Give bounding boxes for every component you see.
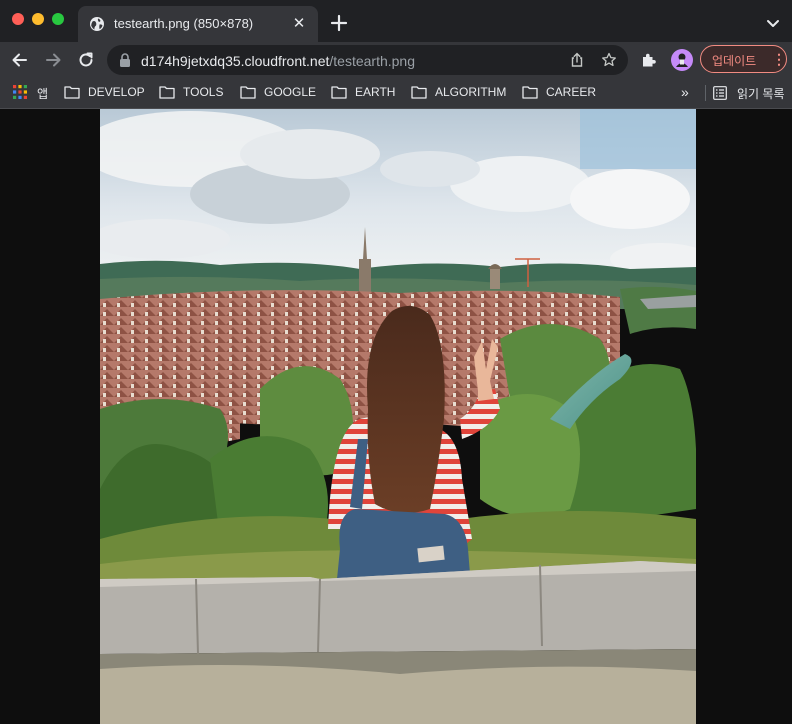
bookmarks-bar: 앱 DEVELOP TOOLS GOOGLE EARTH ALGORITHM C… — [0, 78, 792, 109]
tab-strip: testearth.png (850×878) ✕ — [0, 0, 792, 42]
new-tab-icon[interactable] — [329, 13, 349, 33]
bookmark-folder-google[interactable]: GOOGLE — [240, 78, 318, 108]
lock-icon[interactable] — [119, 53, 131, 67]
bookmark-label: TOOLS — [183, 85, 224, 99]
profile-avatar[interactable] — [671, 49, 693, 71]
bookmark-label: GOOGLE — [264, 85, 317, 99]
forward-arrow-icon[interactable] — [43, 50, 63, 70]
bookmark-folder-develop[interactable]: DEVELOP — [64, 78, 148, 108]
tab-close-icon[interactable]: ✕ — [290, 15, 308, 33]
update-button-label: 업데이트 — [712, 54, 757, 68]
window-minimize-button[interactable] — [32, 13, 44, 25]
url-text[interactable]: d174h9jetxdq35.cloudfront.net/testearth.… — [141, 53, 415, 69]
apps-grid-icon — [13, 85, 27, 99]
address-bar[interactable]: d174h9jetxdq35.cloudfront.net/testearth.… — [107, 45, 628, 75]
bookmark-folder-earth[interactable]: EARTH — [331, 78, 399, 108]
reading-list-label: 읽기 목록 — [737, 87, 785, 101]
folder-icon — [240, 86, 256, 99]
reload-icon[interactable] — [76, 50, 96, 70]
active-tab[interactable]: testearth.png (850×878) ✕ — [78, 6, 318, 42]
image-viewer — [0, 109, 792, 724]
bookmark-apps[interactable]: 앱 — [13, 78, 51, 108]
update-button[interactable]: 업데이트 ⋮ — [700, 45, 787, 73]
share-icon[interactable] — [569, 52, 585, 68]
bookmark-star-icon[interactable] — [601, 52, 617, 68]
bookmark-label: EARTH — [355, 85, 396, 99]
bookmark-label: ALGORITHM — [435, 85, 507, 99]
bookmark-folder-algorithm[interactable]: ALGORITHM — [411, 78, 511, 108]
folder-icon — [411, 86, 427, 99]
more-menu-icon[interactable]: ⋮ — [772, 50, 786, 68]
reading-list-button[interactable]: 읽기 목록 — [713, 78, 792, 108]
window-close-button[interactable] — [12, 13, 24, 25]
globe-icon — [90, 17, 104, 31]
bookmark-label: 앱 — [37, 87, 49, 101]
tab-title: testearth.png (850×878) — [114, 16, 254, 31]
more-bookmarks-chevron-icon[interactable]: » — [681, 84, 695, 100]
reading-list-icon — [713, 86, 727, 100]
folder-icon — [522, 86, 538, 99]
window-maximize-button[interactable] — [52, 13, 64, 25]
extensions-puzzle-icon[interactable] — [640, 51, 658, 69]
url-path: /testearth.png — [329, 53, 415, 69]
tab-search-chevron-icon[interactable] — [764, 14, 782, 32]
folder-icon — [64, 86, 80, 99]
folder-icon — [331, 86, 347, 99]
navigation-toolbar: d174h9jetxdq35.cloudfront.net/testearth.… — [0, 42, 792, 78]
bookmark-label: DEVELOP — [88, 85, 145, 99]
bookmark-folder-tools[interactable]: TOOLS — [159, 78, 227, 108]
url-host: d174h9jetxdq35.cloudfront.net — [141, 53, 330, 69]
displayed-photo[interactable] — [100, 109, 696, 724]
bookmark-label: CAREER — [546, 85, 597, 99]
folder-icon — [159, 86, 175, 99]
bookmark-folder-career[interactable]: CAREER — [522, 78, 598, 108]
back-arrow-icon[interactable] — [10, 50, 30, 70]
person-icon — [676, 53, 688, 67]
bookmarks-divider — [705, 85, 706, 101]
